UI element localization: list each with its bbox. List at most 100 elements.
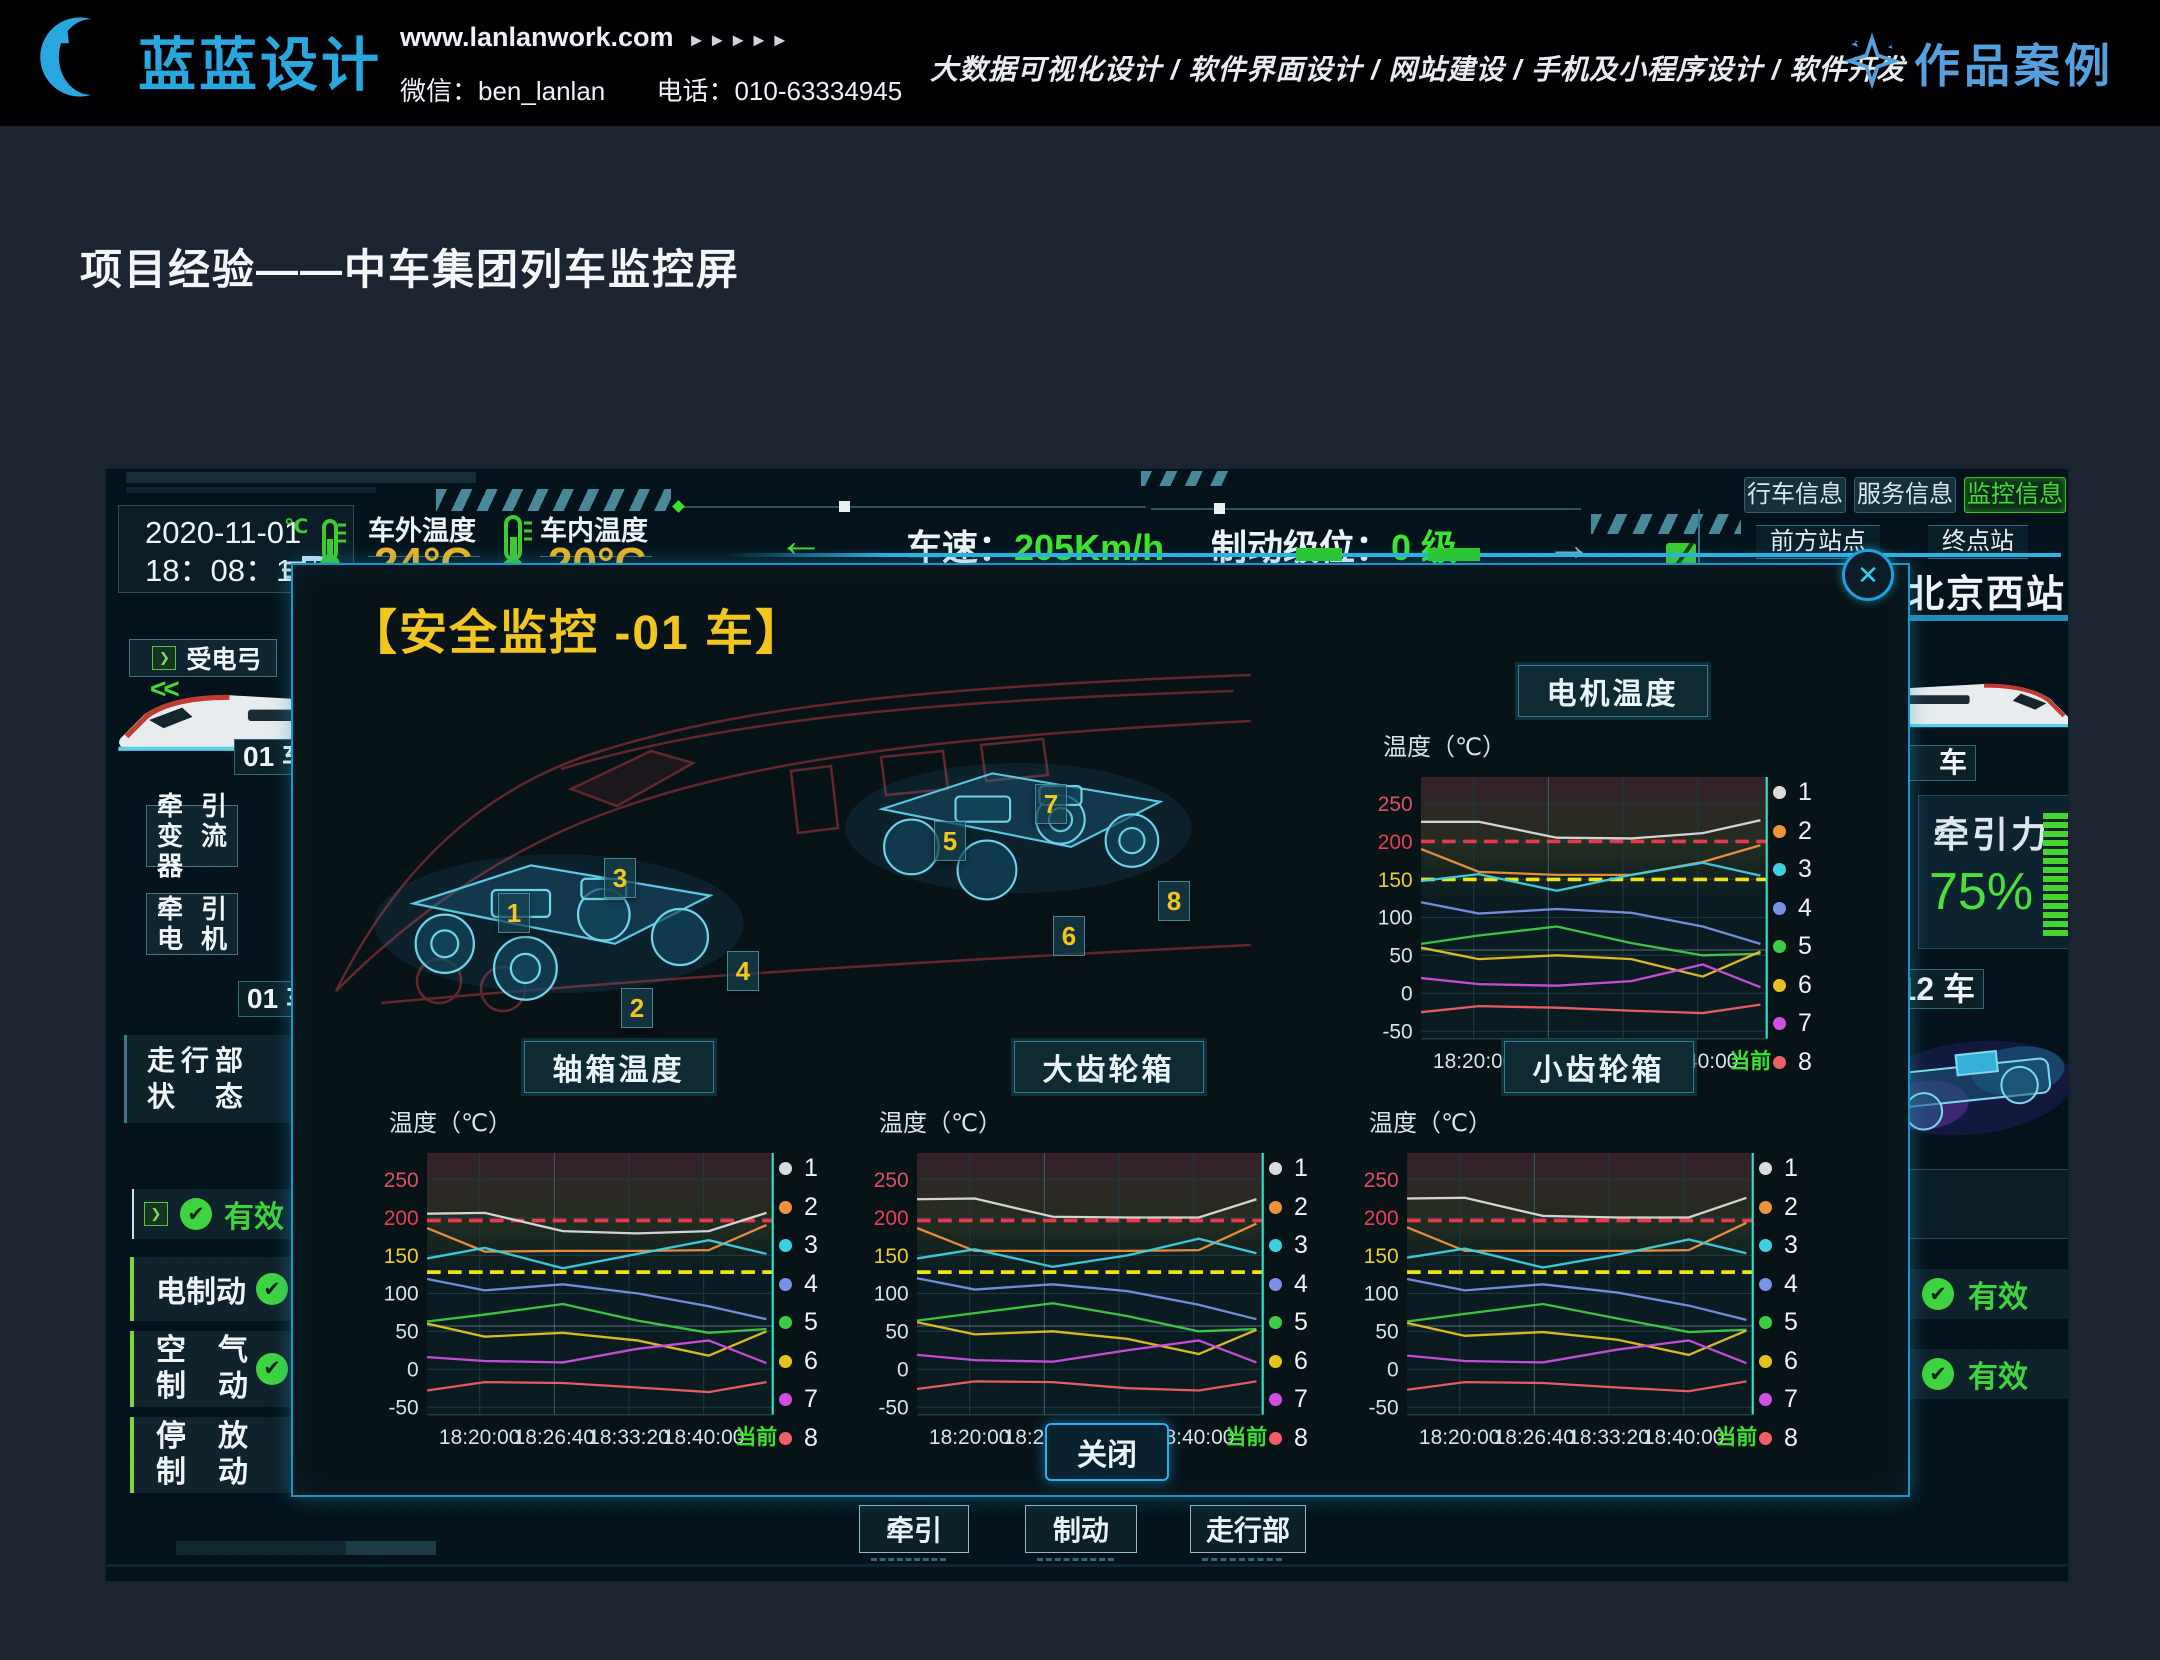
bottom-button-running-gear[interactable]: 走行部 bbox=[1190, 1505, 1306, 1553]
legend-item: 3 bbox=[1269, 1231, 1331, 1260]
axle-marker-1: 1 bbox=[498, 893, 530, 933]
svg-text:0: 0 bbox=[1387, 1359, 1399, 1382]
svg-text:当前: 当前 bbox=[735, 1425, 777, 1449]
legend-item: 7 bbox=[1269, 1385, 1331, 1414]
sparkle-icon bbox=[1844, 33, 1900, 94]
bottom-button-traction[interactable]: 牵引 bbox=[859, 1505, 969, 1553]
chart-plot: 250200150100500-5018:20:0018:26:4018:33:… bbox=[1361, 1140, 1759, 1460]
terminal-station-name: 北京西站 bbox=[1906, 563, 2066, 618]
arrow-box-icon: ❯ bbox=[152, 646, 176, 670]
legend-item: 2 bbox=[779, 1193, 841, 1222]
deco-square bbox=[839, 501, 850, 512]
track-line-right bbox=[1901, 615, 2069, 621]
bottom-button-brake[interactable]: 制动 bbox=[1025, 1505, 1137, 1553]
check-icon: ✔ bbox=[180, 1198, 212, 1230]
legend-item: 7 bbox=[1759, 1385, 1821, 1414]
train-wireframe-illustration: 12345678 bbox=[321, 649, 1256, 1021]
svg-text:18:40:00: 18:40:00 bbox=[1643, 1426, 1725, 1449]
svg-text:150: 150 bbox=[384, 1245, 419, 1268]
deco-bar bbox=[346, 1541, 436, 1555]
sidebar-item-traction-motor[interactable]: 牵 引 电 机 bbox=[146, 893, 238, 955]
chart-plot: 250200150100500-5018:20:0018:26:4018:33:… bbox=[1375, 764, 1773, 1084]
chart-title: 小齿轮箱 bbox=[1504, 1041, 1694, 1093]
chart-small-gearbox: 小齿轮箱温度（℃）250200150100500-5018:20:0018:26… bbox=[1361, 1041, 1836, 1417]
deco-stripes bbox=[1141, 471, 1236, 486]
axle-marker-7: 7 bbox=[1035, 784, 1067, 824]
svg-text:-50: -50 bbox=[878, 1397, 908, 1420]
legend-item: 1 bbox=[1269, 1154, 1331, 1183]
chart-ylabel: 温度（℃） bbox=[389, 1103, 856, 1138]
portfolio-link[interactable]: 作品案例 bbox=[1844, 30, 2114, 96]
deco-divider bbox=[1698, 509, 1700, 571]
pantograph-label: 受电弓 bbox=[186, 640, 261, 676]
svg-text:-50: -50 bbox=[1368, 1397, 1398, 1420]
svg-text:18:33:20: 18:33:20 bbox=[588, 1426, 670, 1449]
svg-text:200: 200 bbox=[1364, 1207, 1399, 1230]
legend-item: 3 bbox=[1759, 1231, 1821, 1260]
tab-driving-info[interactable]: 行车信息 bbox=[1744, 477, 1846, 513]
traction-gauge bbox=[2043, 810, 2069, 936]
tab-service-info[interactable]: 服务信息 bbox=[1854, 477, 1956, 513]
svg-text:18:40:00: 18:40:00 bbox=[663, 1426, 745, 1449]
header-contact-block: www.lanlanwork.com►►►►► 微信：ben_lanlan 电话… bbox=[400, 22, 946, 108]
svg-text:0: 0 bbox=[897, 1359, 909, 1382]
deco-bar bbox=[126, 472, 476, 483]
legend-item: 4 bbox=[1759, 1270, 1821, 1299]
legend-item: 8 bbox=[1759, 1424, 1821, 1453]
legend-item: 4 bbox=[1773, 894, 1835, 923]
svg-text:100: 100 bbox=[384, 1283, 419, 1306]
deco-diamond bbox=[672, 500, 685, 513]
legend-item: 5 bbox=[779, 1308, 841, 1337]
chart-legend: 12345678 bbox=[1269, 1140, 1331, 1460]
legend-item: 7 bbox=[779, 1385, 841, 1414]
svg-text:18:20:00: 18:20:00 bbox=[1419, 1426, 1501, 1449]
chart-motor-temperature: 电机温度温度（℃）250200150100500-5018:20:0018:26… bbox=[1375, 665, 1850, 1041]
sidebar-item-traction-converter[interactable]: 牵 引 变流器 bbox=[146, 805, 238, 867]
sidebar-item-parking-brake[interactable]: 停 放 制 动 bbox=[130, 1417, 294, 1493]
deco-bar bbox=[106, 1564, 2068, 1567]
services-list: 大数据可视化设计 / 软件界面设计 / 网站建设 / 手机及小程序设计 / 软件… bbox=[930, 48, 1905, 88]
svg-text:当前: 当前 bbox=[1715, 1425, 1757, 1449]
close-button[interactable]: 关闭 bbox=[1045, 1423, 1169, 1481]
tab-monitor-info[interactable]: 监控信息 bbox=[1964, 477, 2066, 513]
chart-ylabel: 温度（℃） bbox=[1383, 727, 1850, 762]
svg-text:200: 200 bbox=[1378, 831, 1413, 854]
axle-marker-6: 6 bbox=[1053, 916, 1085, 956]
deco-square bbox=[1214, 503, 1225, 514]
page-title: 项目经验——中车集团列车监控屏 bbox=[80, 236, 740, 297]
chart-legend: 12345678 bbox=[779, 1140, 841, 1460]
svg-text:50: 50 bbox=[1389, 945, 1412, 968]
train-monitor-dashboard: 2020-11-01 18：08：14 ℃ 车外温度 24°C 车内温度 20°… bbox=[105, 468, 2069, 1582]
legend-item: 1 bbox=[1759, 1154, 1821, 1183]
valid-label: 有效 bbox=[1968, 1352, 2028, 1396]
svg-text:150: 150 bbox=[874, 1245, 909, 1268]
chart-title: 大齿轮箱 bbox=[1014, 1041, 1204, 1093]
svg-text:100: 100 bbox=[1378, 907, 1413, 930]
sidebar-item-air-brake[interactable]: 空 气 制 动 ✔ bbox=[130, 1331, 294, 1407]
check-icon: ✔ bbox=[256, 1353, 288, 1385]
track-segment bbox=[1296, 548, 1342, 561]
valid-status-row-right: ✔ 有效 bbox=[1906, 1269, 2069, 1319]
chart-ylabel: 温度（℃） bbox=[1369, 1103, 1836, 1138]
logo[interactable]: 蓝蓝设计 bbox=[38, 14, 382, 105]
close-icon[interactable]: ✕ bbox=[1842, 549, 1894, 601]
traction-force-value: 75% bbox=[1929, 862, 2033, 922]
chart-legend: 12345678 bbox=[1773, 764, 1835, 1084]
axle-marker-2: 2 bbox=[621, 988, 653, 1028]
legend-item: 6 bbox=[1269, 1347, 1331, 1376]
prev-arrow-button[interactable]: ← bbox=[778, 513, 824, 567]
deco-line bbox=[681, 506, 1146, 508]
svg-text:18:20:00: 18:20:00 bbox=[439, 1426, 521, 1449]
website-link[interactable]: www.lanlanwork.com bbox=[400, 22, 674, 52]
svg-text:250: 250 bbox=[874, 1169, 909, 1192]
svg-text:50: 50 bbox=[395, 1321, 418, 1344]
sidebar-item-pantograph[interactable]: ❯ 受电弓 bbox=[129, 639, 277, 677]
deco-stripes bbox=[1591, 514, 1741, 534]
axle-marker-3: 3 bbox=[604, 858, 636, 898]
sidebar-item-running-gear[interactable]: 走行部 状 态 bbox=[124, 1035, 292, 1123]
svg-text:200: 200 bbox=[874, 1207, 909, 1230]
sidebar-item-electric-brake[interactable]: 电制动 ✔ bbox=[130, 1257, 294, 1321]
legend-item: 6 bbox=[1759, 1347, 1821, 1376]
traction-force-panel: 牵引力 75% bbox=[1918, 795, 2069, 949]
svg-text:-50: -50 bbox=[388, 1397, 418, 1420]
